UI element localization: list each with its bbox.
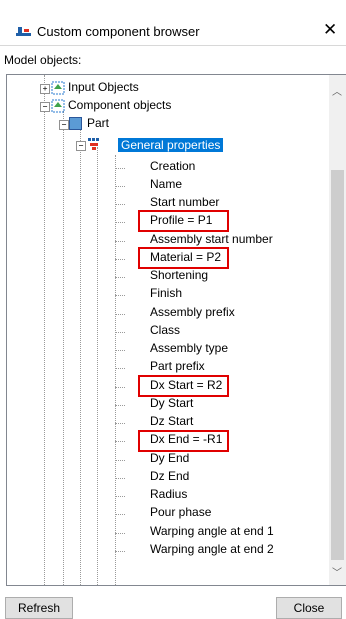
model-objects-label: Model objects: xyxy=(4,53,82,67)
expand-icon[interactable]: + xyxy=(40,84,50,94)
scroll-down-icon[interactable]: ﹀ xyxy=(332,564,342,579)
close-icon[interactable]: ✕ xyxy=(323,20,337,40)
refresh-button[interactable]: Refresh xyxy=(5,597,73,619)
property-item[interactable]: Creation xyxy=(150,159,195,173)
part-icon xyxy=(69,117,82,130)
property-item[interactable]: Assembly prefix xyxy=(150,305,235,319)
tree-line xyxy=(115,155,116,585)
collapse-icon[interactable]: − xyxy=(76,141,86,151)
tree-item-component-objects[interactable]: Component objects xyxy=(68,98,171,112)
scroll-up-icon[interactable]: ︿ xyxy=(332,83,342,98)
highlight-box xyxy=(138,247,229,269)
properties-icon xyxy=(88,138,99,150)
property-item[interactable]: Assembly start number xyxy=(150,232,273,246)
tree-line xyxy=(80,129,81,585)
collapse-icon[interactable]: − xyxy=(40,102,50,112)
tree-line xyxy=(63,111,64,585)
vertical-scrollbar[interactable]: ︿ ﹀ xyxy=(329,75,346,585)
window-title: Custom component browser xyxy=(37,24,200,39)
highlight-box xyxy=(138,430,229,452)
property-item[interactable]: Assembly type xyxy=(150,341,228,355)
property-item[interactable]: Dz End xyxy=(150,469,189,483)
property-item[interactable]: Part prefix xyxy=(150,359,205,373)
tree-line xyxy=(97,147,98,585)
collapse-icon[interactable]: − xyxy=(59,120,69,130)
property-item[interactable]: Name xyxy=(150,177,182,191)
title-bar: Custom component browser ✕ xyxy=(0,0,346,40)
app-icon xyxy=(16,27,31,36)
property-item[interactable]: Warping angle at end 2 xyxy=(150,542,274,556)
property-item[interactable]: Finish xyxy=(150,286,182,300)
tree-item-input-objects[interactable]: Input Objects xyxy=(68,80,139,94)
property-item[interactable]: Dy End xyxy=(150,451,189,465)
property-item[interactable]: Pour phase xyxy=(150,505,211,519)
property-item[interactable]: Dz Start xyxy=(150,414,193,428)
close-button[interactable]: Close xyxy=(276,597,342,619)
property-item[interactable]: Start number xyxy=(150,195,219,209)
input-objects-icon xyxy=(51,81,65,95)
tree-panel[interactable]: + Input Objects − Component objects − Pa… xyxy=(6,74,346,586)
highlight-box xyxy=(138,375,229,397)
scrollbar-thumb[interactable] xyxy=(331,170,344,560)
property-item[interactable]: Shortening xyxy=(150,268,208,282)
property-item[interactable]: Warping angle at end 1 xyxy=(150,524,274,538)
property-item[interactable]: Radius xyxy=(150,487,187,501)
highlight-box xyxy=(138,210,229,232)
divider xyxy=(0,45,346,46)
tree-line xyxy=(44,75,45,585)
tree-item-general-properties[interactable]: General properties xyxy=(118,138,224,152)
component-objects-icon xyxy=(51,99,65,113)
property-item[interactable]: Dy Start xyxy=(150,396,193,410)
property-item[interactable]: Class xyxy=(150,323,180,337)
tree-item-part[interactable]: Part xyxy=(87,116,109,130)
